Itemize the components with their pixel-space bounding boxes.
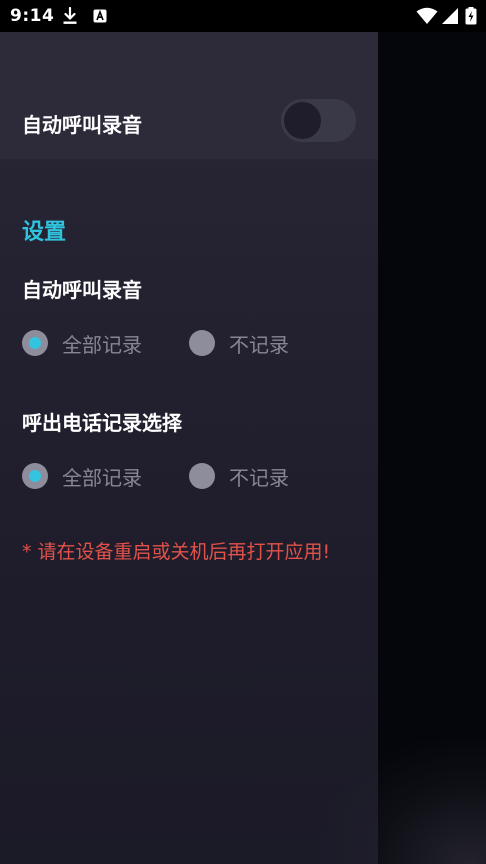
- radio-label: 不记录: [229, 332, 289, 357]
- radio-label: 全部记录: [62, 332, 142, 357]
- outgoing-call-group-title: 呼出电话记录选择: [22, 411, 182, 435]
- radio-unselected-icon: [189, 330, 215, 356]
- auto-record-label: 自动呼叫录音: [22, 113, 142, 137]
- outgoing-option-none[interactable]: 不记录: [189, 461, 289, 491]
- radio-label: 全部记录: [62, 465, 142, 490]
- radio-label: 不记录: [229, 465, 289, 490]
- radio-selected-icon: [22, 463, 48, 489]
- section-heading: 设置: [22, 220, 67, 245]
- download-icon: [62, 7, 78, 25]
- auto-record-toggle[interactable]: [281, 99, 356, 142]
- toggle-knob: [284, 102, 321, 139]
- status-time: 9:14: [10, 6, 55, 26]
- signal-icon: [441, 7, 459, 25]
- status-bar: 9:14: [0, 0, 486, 32]
- outgoing-option-all[interactable]: 全部记录: [22, 461, 142, 491]
- radio-unselected-icon: [189, 463, 215, 489]
- wifi-icon: [416, 7, 438, 25]
- battery-charging-icon: [465, 7, 477, 25]
- restart-warning: * 请在设备重启或关机后再打开应用!: [22, 541, 331, 563]
- auto-record-option-none[interactable]: 不记录: [189, 328, 289, 358]
- backdrop-glow: [320, 740, 486, 864]
- a-icon: [93, 7, 107, 25]
- radio-selected-icon: [22, 330, 48, 356]
- auto-record-option-all[interactable]: 全部记录: [22, 328, 142, 358]
- auto-record-group-title: 自动呼叫录音: [22, 278, 142, 302]
- screen: 9:14 自动呼叫录音 设置 自动呼叫录音 全部记录 不记录 呼出电话记录选择 …: [0, 0, 486, 864]
